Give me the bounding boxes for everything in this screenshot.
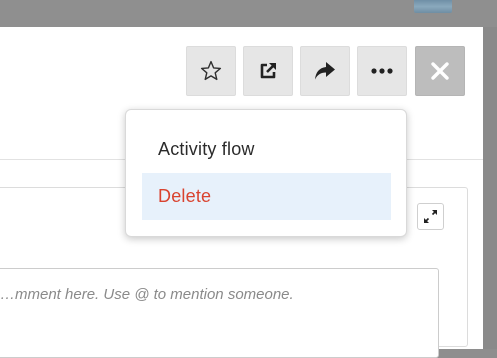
more-options-button[interactable] (357, 46, 407, 96)
menu-item-delete[interactable]: Delete (142, 173, 391, 220)
menu-item-activity-flow[interactable]: Activity flow (142, 126, 391, 173)
more-options-menu: Activity flow Delete (125, 109, 407, 237)
expand-icon (424, 210, 437, 223)
comment-placeholder: …mment here. Use @ to mention someone. (0, 286, 294, 303)
expand-button[interactable] (417, 203, 444, 230)
close-icon (431, 62, 449, 80)
share-arrow-icon (315, 62, 335, 80)
open-external-icon (260, 63, 276, 79)
star-icon (200, 60, 222, 81)
background-overlay (483, 27, 497, 349)
more-options-icon (371, 68, 393, 74)
comment-input[interactable] (0, 268, 439, 358)
image-thumbnail-icon (414, 0, 452, 13)
share-button[interactable] (300, 46, 350, 96)
favorite-button[interactable] (186, 46, 236, 96)
open-external-button[interactable] (243, 46, 293, 96)
close-button[interactable] (415, 46, 465, 96)
